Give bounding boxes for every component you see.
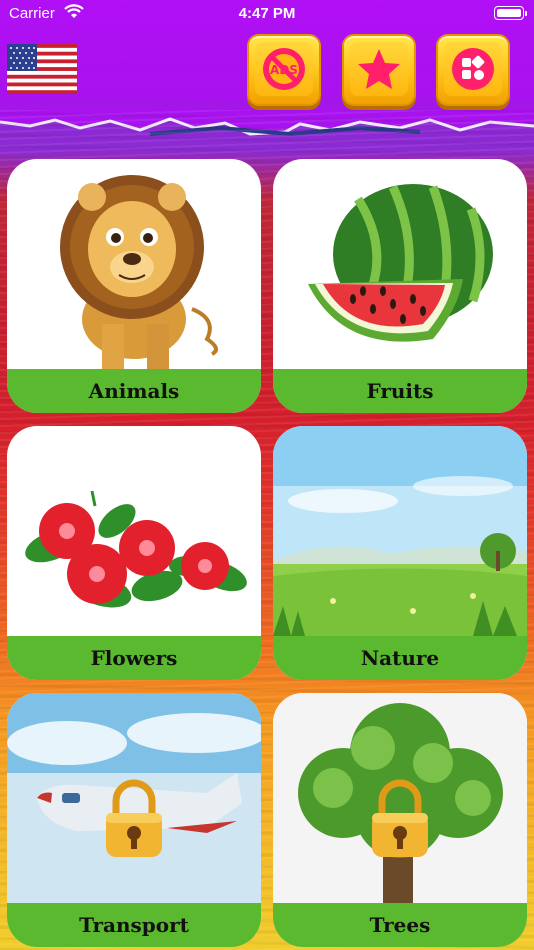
rate-button[interactable] [342, 34, 416, 106]
apps-icon [452, 48, 494, 90]
more-apps-button[interactable] [436, 34, 510, 106]
torn-paper-edge [0, 108, 534, 137]
clock: 4:47 PM [238, 5, 296, 22]
category-card-fruits[interactable]: Fruits [273, 159, 527, 413]
battery-icon [494, 6, 527, 20]
lion-illustration [60, 175, 218, 369]
category-label: Trees [273, 903, 527, 947]
no-ads-icon: ADS [263, 48, 305, 90]
nature-illustration [273, 426, 527, 636]
flowers-illustration [25, 490, 247, 608]
padlock-icon [106, 779, 162, 857]
category-card-flowers[interactable]: Flowers [7, 426, 261, 680]
category-card-nature[interactable]: Nature [273, 426, 527, 680]
category-card-transport[interactable]: Transport [7, 693, 261, 947]
category-card-animals[interactable]: Animals [7, 159, 261, 413]
remove-ads-button[interactable]: ADS [247, 34, 321, 106]
padlock-icon [372, 779, 428, 857]
category-label: Nature [273, 636, 527, 680]
watermelon-illustration [308, 184, 493, 342]
status-bar: Carrier 4:47 PM [0, 0, 534, 28]
category-label: Flowers [7, 636, 261, 680]
category-label: Animals [7, 369, 261, 413]
category-label: Fruits [273, 369, 527, 413]
category-card-trees[interactable]: Trees [273, 693, 527, 947]
star-icon [358, 49, 400, 89]
category-label: Transport [7, 903, 261, 947]
us-flag-icon[interactable] [7, 44, 77, 94]
